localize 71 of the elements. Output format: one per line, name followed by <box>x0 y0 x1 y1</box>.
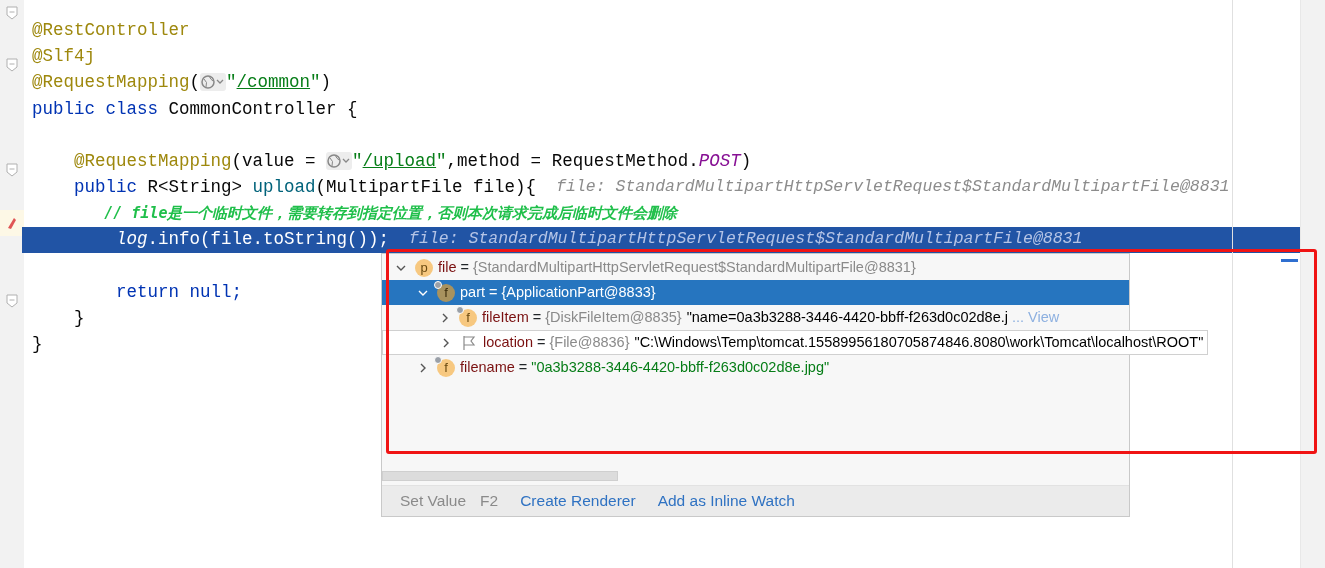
breakpoint-icon[interactable] <box>7 215 17 230</box>
keyword-text: public <box>73 176 139 200</box>
keyword-text: public class <box>32 97 160 121</box>
quote-text: " <box>310 71 321 95</box>
variable-name: filename <box>460 357 515 377</box>
variable-value: "name=0a3b3288-3446-4420-bbff-f263d0c02d8e.j <box>686 307 1008 327</box>
code-text: (MultipartFile file){ <box>315 176 537 200</box>
code-text: ) <box>320 71 332 95</box>
chevron-right-icon[interactable] <box>440 312 450 323</box>
code-text: ,method = RequestMethod. <box>446 149 699 173</box>
action-link[interactable]: Add as Inline Watch <box>657 489 795 513</box>
code-text: (value = <box>231 149 317 173</box>
code-text: R<String> <box>147 176 244 200</box>
variable-value: "C:\Windows\Temp\tomcat.15589956180705874846.8080\work\Tomcat\localhost\ROOT" <box>634 332 1204 352</box>
variable-type: {StandardMultipartHttpServletRequest$StandardMultipartFile@8831} <box>473 257 916 277</box>
minus-icon[interactable] <box>1281 259 1298 263</box>
variable-value: "0a3b3288-3446-4420-bbff-f263d0c02d8e.jpg" <box>531 357 830 377</box>
equals-sign: = <box>460 257 469 277</box>
variable-name: file <box>438 257 457 277</box>
constant-text: POST <box>698 149 741 173</box>
annotation-text: @RequestMapping <box>32 71 190 95</box>
variable-type: {ApplicationPart@8833} <box>501 282 656 302</box>
quote-text: " <box>352 149 363 173</box>
inline-value-hint: file: StandardMultipartHttpServletRequest$StandardMultipartFile@8831 <box>409 228 1083 251</box>
action-link: Set Value F2 <box>400 489 499 513</box>
equals-sign: = <box>518 357 528 377</box>
tree-row[interactable]: f filename = "0a3b3288-3446-4420-bbff-f263d0c02d8e.jpg" <box>382 355 1129 380</box>
globe-icon[interactable] <box>200 73 227 92</box>
equals-sign: = <box>532 307 542 327</box>
constant-text: log <box>115 228 148 252</box>
annotation-text: @RestController <box>32 18 190 42</box>
parameter-icon: p <box>415 258 433 277</box>
url-link[interactable]: /common <box>236 69 311 96</box>
code-text: CommonController { <box>168 97 358 121</box>
tree-row[interactable]: f part = {ApplicationPart@8833} <box>382 280 1129 305</box>
fold-icon[interactable] <box>6 294 18 309</box>
tree-row[interactable]: p file = {StandardMultipartHttpServletRequest$StandardMultipartFile@8831} <box>382 255 1129 280</box>
field-icon: f <box>437 283 455 302</box>
code-text: } <box>32 333 43 357</box>
globe-icon[interactable] <box>326 152 353 171</box>
field-icon: f <box>437 358 455 377</box>
tree-row[interactable]: f fileItem = {DiskFileItem@8835} "name=0a3b3288-3446-4420-bbff-f263d0c02d8e.j ... View <box>382 305 1129 330</box>
method-name: upload <box>252 176 316 200</box>
code-text: ( <box>189 71 201 95</box>
equals-sign: = <box>489 282 498 302</box>
url-link[interactable]: /upload <box>362 147 437 175</box>
fold-icon[interactable] <box>6 6 18 21</box>
keyword-text: return null; <box>115 280 243 304</box>
quote-text: " <box>226 71 237 95</box>
chevron-right-icon[interactable] <box>441 337 451 348</box>
variable-name: location <box>483 332 533 352</box>
variable-type: {File@8836} <box>549 332 630 352</box>
quote-text: " <box>436 149 447 173</box>
code-text: .info(file.toString()); <box>147 228 390 252</box>
tree-row[interactable]: location = {File@8836} "C:\Windows\Temp\tomcat.15589956180705874846.8080\work\Tomcat\localhost\ROOT" <box>382 330 1209 355</box>
variable-name: part <box>460 282 485 302</box>
horizontal-scrollbar[interactable] <box>382 471 618 481</box>
variable-name: fileItem <box>482 307 529 327</box>
flag-icon <box>461 334 477 351</box>
variable-type: {DiskFileItem@8835} <box>545 307 682 327</box>
field-icon: f <box>459 308 477 327</box>
fold-icon[interactable] <box>6 58 18 73</box>
annotation-text: @Slf4j <box>32 45 95 69</box>
code-comment: // file是一个临时文件，需要转存到指定位置，否则本次请求完成后临时文件会删除 <box>103 203 678 225</box>
annotation-text: @RequestMapping <box>73 149 232 173</box>
action-link[interactable]: Create Renderer <box>520 489 636 513</box>
fold-icon[interactable] <box>6 163 18 178</box>
inline-value-hint: file: StandardMultipartHttpServletRequest$StandardMultipartFile@8831 <box>556 175 1230 198</box>
equals-sign: = <box>537 332 546 352</box>
chevron-right-icon[interactable] <box>418 362 428 373</box>
code-text: } <box>73 307 85 331</box>
